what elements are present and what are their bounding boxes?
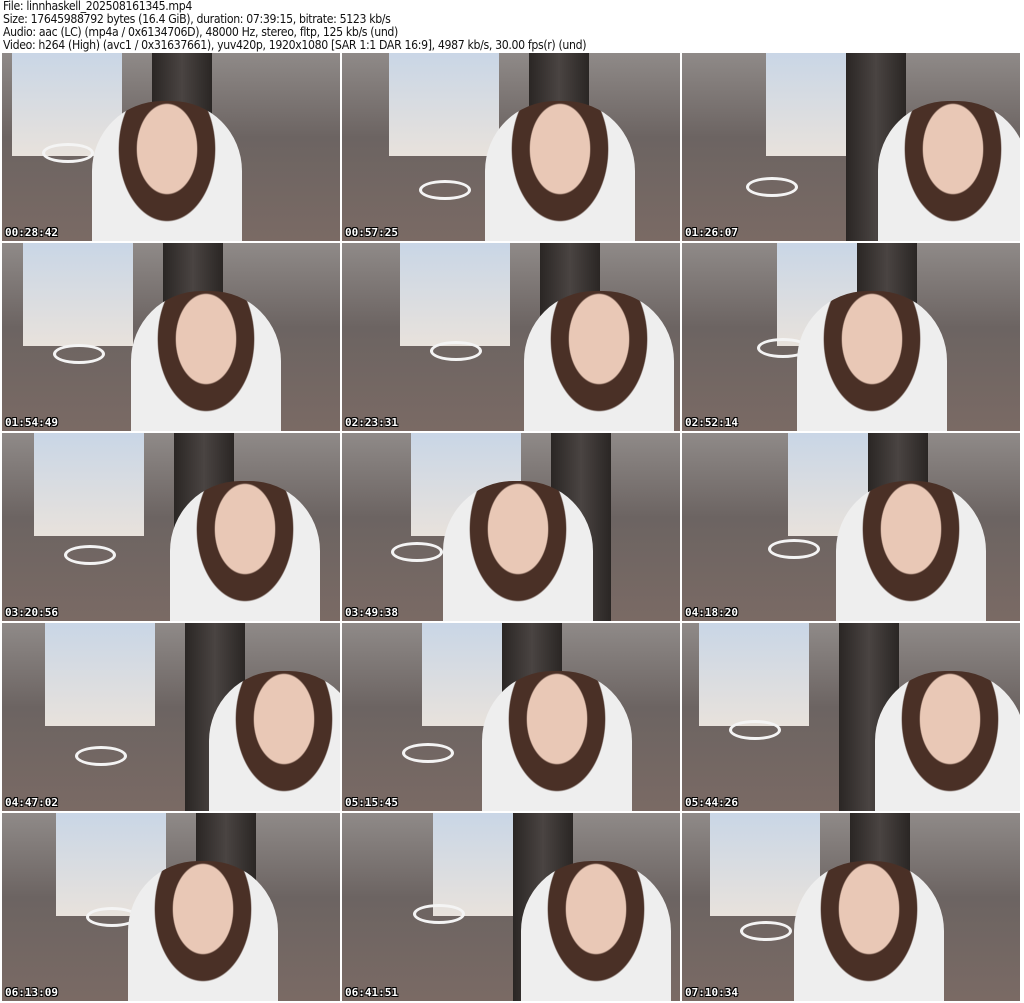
thumbnail-timestamp: 01:54:49: [5, 416, 58, 429]
video-thumbnail[interactable]: 03:20:56: [2, 433, 340, 621]
window-background: [400, 243, 510, 347]
video-thumbnail[interactable]: 00:57:25: [342, 53, 680, 241]
person-figure: [209, 671, 340, 811]
video-info: Video: h264 (High) (avc1 / 0x31637661), …: [3, 38, 587, 52]
person-figure: [485, 101, 635, 241]
video-thumbnail[interactable]: 05:15:45: [342, 623, 680, 811]
video-thumbnail[interactable]: 03:49:38: [342, 433, 680, 621]
person-figure: [521, 861, 671, 1001]
thumbnail-timestamp: 03:49:38: [345, 606, 398, 619]
ring-lamp: [768, 539, 820, 559]
video-thumbnail[interactable]: 04:18:20: [682, 433, 1020, 621]
person-figure: [131, 291, 281, 431]
ring-lamp: [53, 344, 105, 364]
person-figure: [443, 481, 593, 621]
ring-lamp: [740, 921, 792, 941]
thumbnail-grid: 00:28:42 00:57:25 01:26:07 01:54:49 02:23:31…: [2, 53, 1020, 1001]
person-figure: [878, 101, 1020, 241]
ring-lamp: [430, 341, 482, 361]
window-background: [699, 623, 809, 727]
window-background: [389, 53, 499, 157]
thumbnail-timestamp: 01:26:07: [685, 226, 738, 239]
video-thumbnail[interactable]: 06:13:09: [2, 813, 340, 1001]
thumbnail-timestamp: 07:10:34: [685, 986, 738, 999]
window-background: [45, 623, 155, 727]
thumbnail-timestamp: 00:57:25: [345, 226, 398, 239]
window-background: [34, 433, 144, 537]
thumbnail-timestamp: 06:41:51: [345, 986, 398, 999]
person-figure: [170, 481, 320, 621]
thumbnail-timestamp: 00:28:42: [5, 226, 58, 239]
ring-lamp: [413, 904, 465, 924]
person-figure: [92, 101, 242, 241]
ring-lamp: [746, 177, 798, 197]
thumbnail-timestamp: 06:13:09: [5, 986, 58, 999]
video-thumbnail[interactable]: 01:54:49: [2, 243, 340, 431]
video-thumbnail[interactable]: 04:47:02: [2, 623, 340, 811]
person-figure: [797, 291, 947, 431]
ring-lamp: [75, 746, 127, 766]
video-thumbnail[interactable]: 02:52:14: [682, 243, 1020, 431]
person-figure: [875, 671, 1020, 811]
ring-lamp: [391, 542, 443, 562]
person-figure: [128, 861, 278, 1001]
thumbnail-timestamp: 04:47:02: [5, 796, 58, 809]
video-thumbnail[interactable]: 07:10:34: [682, 813, 1020, 1001]
video-thumbnail[interactable]: 02:23:31: [342, 243, 680, 431]
thumbnail-timestamp: 03:20:56: [5, 606, 58, 619]
file-info-header: File: linnhaskell_202508161345.mp4 Size:…: [3, 0, 587, 52]
video-thumbnail[interactable]: 05:44:26: [682, 623, 1020, 811]
person-figure: [836, 481, 986, 621]
video-thumbnail[interactable]: 00:28:42: [2, 53, 340, 241]
thumbnail-timestamp: 02:23:31: [345, 416, 398, 429]
ring-lamp: [402, 743, 454, 763]
ring-lamp: [42, 143, 94, 163]
person-figure: [794, 861, 944, 1001]
ring-lamp: [64, 545, 116, 565]
thumbnail-timestamp: 05:44:26: [685, 796, 738, 809]
thumbnail-timestamp: 05:15:45: [345, 796, 398, 809]
thumbnail-timestamp: 02:52:14: [685, 416, 738, 429]
thumbnail-timestamp: 04:18:20: [685, 606, 738, 619]
ring-lamp: [419, 180, 471, 200]
ring-lamp: [729, 720, 781, 740]
video-thumbnail[interactable]: 06:41:51: [342, 813, 680, 1001]
window-background: [23, 243, 133, 347]
person-figure: [482, 671, 632, 811]
person-figure: [524, 291, 674, 431]
video-thumbnail[interactable]: 01:26:07: [682, 53, 1020, 241]
